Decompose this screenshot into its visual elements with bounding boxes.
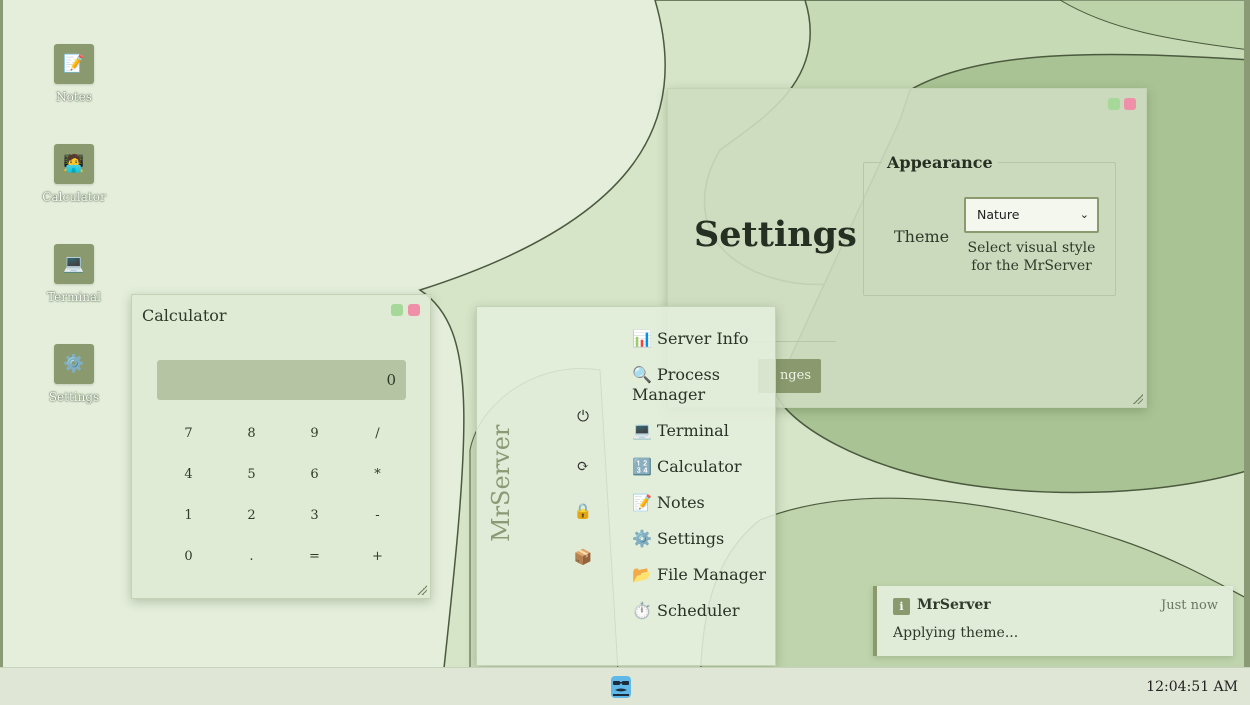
key-7[interactable]: 7 — [157, 413, 220, 454]
chevron-down-icon: ⌄ — [1079, 208, 1089, 221]
calculator-window: Calculator 0 7 8 9 / 4 5 6 * 1 2 3 - 0 .… — [131, 294, 431, 599]
taskbar: 12:04:51 AM — [0, 667, 1250, 705]
settings-icon: ⚙️ — [54, 344, 94, 384]
calculator-display: 0 — [157, 360, 406, 400]
desktop-icon-label: Terminal — [47, 290, 101, 304]
menu-item-notes[interactable]: 📝 Notes — [632, 493, 772, 513]
start-menu: MrServer ⏻ ⟳ 🔒 📦 📊 Server Info 🔍 Process… — [476, 306, 776, 666]
key-subtract[interactable]: - — [346, 495, 409, 536]
theme-hint: Select visual style for the MrServer — [967, 240, 1096, 274]
notification-toast[interactable]: ℹ MrServer Just now Applying theme... — [873, 586, 1233, 656]
minimize-button[interactable] — [391, 304, 403, 316]
desktop-icon-calculator[interactable]: 🧑‍💻 Calculator — [34, 144, 114, 204]
key-9[interactable]: 9 — [283, 413, 346, 454]
theme-label: Theme — [894, 227, 950, 246]
calculator-icon: 🧑‍💻 — [54, 144, 94, 184]
key-8[interactable]: 8 — [220, 413, 283, 454]
menu-brand: MrServer — [487, 424, 515, 542]
menu-item-terminal[interactable]: 💻 Terminal — [632, 421, 772, 441]
power-icon[interactable]: ⏻ — [571, 407, 595, 425]
resize-handle[interactable] — [1133, 394, 1143, 404]
desktop-icon-notes[interactable]: 📝 Notes — [34, 44, 114, 104]
minimize-button[interactable] — [1108, 98, 1120, 110]
key-4[interactable]: 4 — [157, 454, 220, 495]
key-2[interactable]: 2 — [220, 495, 283, 536]
menu-item-process-manager[interactable]: 🔍 Process Manager — [632, 365, 772, 405]
close-button[interactable] — [408, 304, 420, 316]
desktop-icon-label: Calculator — [42, 190, 106, 204]
taskbar-clock: 12:04:51 AM — [1146, 679, 1238, 695]
key-1[interactable]: 1 — [157, 495, 220, 536]
close-button[interactable] — [1124, 98, 1136, 110]
menu-item-file-manager[interactable]: 📂 File Manager — [632, 565, 772, 585]
menu-item-calculator[interactable]: 🔢 Calculator — [632, 457, 772, 477]
window-title: Calculator — [142, 306, 227, 325]
menu-items: 📊 Server Info 🔍 Process Manager 💻 Termin… — [632, 329, 772, 637]
key-decimal[interactable]: . — [220, 536, 283, 577]
info-icon: ℹ — [893, 598, 910, 615]
notification-app: MrServer — [917, 597, 991, 613]
settings-heading: Settings — [694, 214, 857, 255]
desktop-icon-label: Notes — [56, 90, 92, 104]
notification-message: Applying theme... — [893, 625, 1019, 641]
package-icon[interactable]: 📦 — [571, 548, 595, 566]
key-equals[interactable]: = — [283, 536, 346, 577]
desktop-icon-terminal[interactable]: 💻 Terminal — [34, 244, 114, 304]
appearance-legend: Appearance — [887, 153, 993, 172]
key-add[interactable]: + — [346, 536, 409, 577]
key-multiply[interactable]: * — [346, 454, 409, 495]
menu-item-server-info[interactable]: 📊 Server Info — [632, 329, 772, 349]
screen-edge-right — [1244, 0, 1250, 667]
screen-edge-left — [0, 0, 3, 667]
key-5[interactable]: 5 — [220, 454, 283, 495]
theme-select-value: Nature — [977, 207, 1020, 222]
notification-time: Just now — [1161, 598, 1218, 613]
key-divide[interactable]: / — [346, 413, 409, 454]
notes-icon: 📝 — [54, 44, 94, 84]
menu-item-settings[interactable]: ⚙️ Settings — [632, 529, 772, 549]
key-3[interactable]: 3 — [283, 495, 346, 536]
mrserver-logo-icon[interactable] — [610, 675, 632, 699]
desktop-icon-label: Settings — [48, 390, 100, 404]
desktop-icon-settings[interactable]: ⚙️ Settings — [34, 344, 114, 404]
restart-icon[interactable]: ⟳ — [571, 457, 595, 475]
calculator-keypad: 7 8 9 / 4 5 6 * 1 2 3 - 0 . = + — [157, 413, 409, 577]
resize-handle[interactable] — [417, 585, 427, 595]
key-0[interactable]: 0 — [157, 536, 220, 577]
lock-icon[interactable]: 🔒 — [571, 502, 595, 520]
theme-select[interactable]: Nature ⌄ — [964, 197, 1099, 233]
appearance-section: Appearance Theme Nature ⌄ Select visual … — [863, 153, 1116, 296]
menu-item-scheduler[interactable]: ⏱️ Scheduler — [632, 601, 772, 621]
key-6[interactable]: 6 — [283, 454, 346, 495]
terminal-icon: 💻 — [54, 244, 94, 284]
